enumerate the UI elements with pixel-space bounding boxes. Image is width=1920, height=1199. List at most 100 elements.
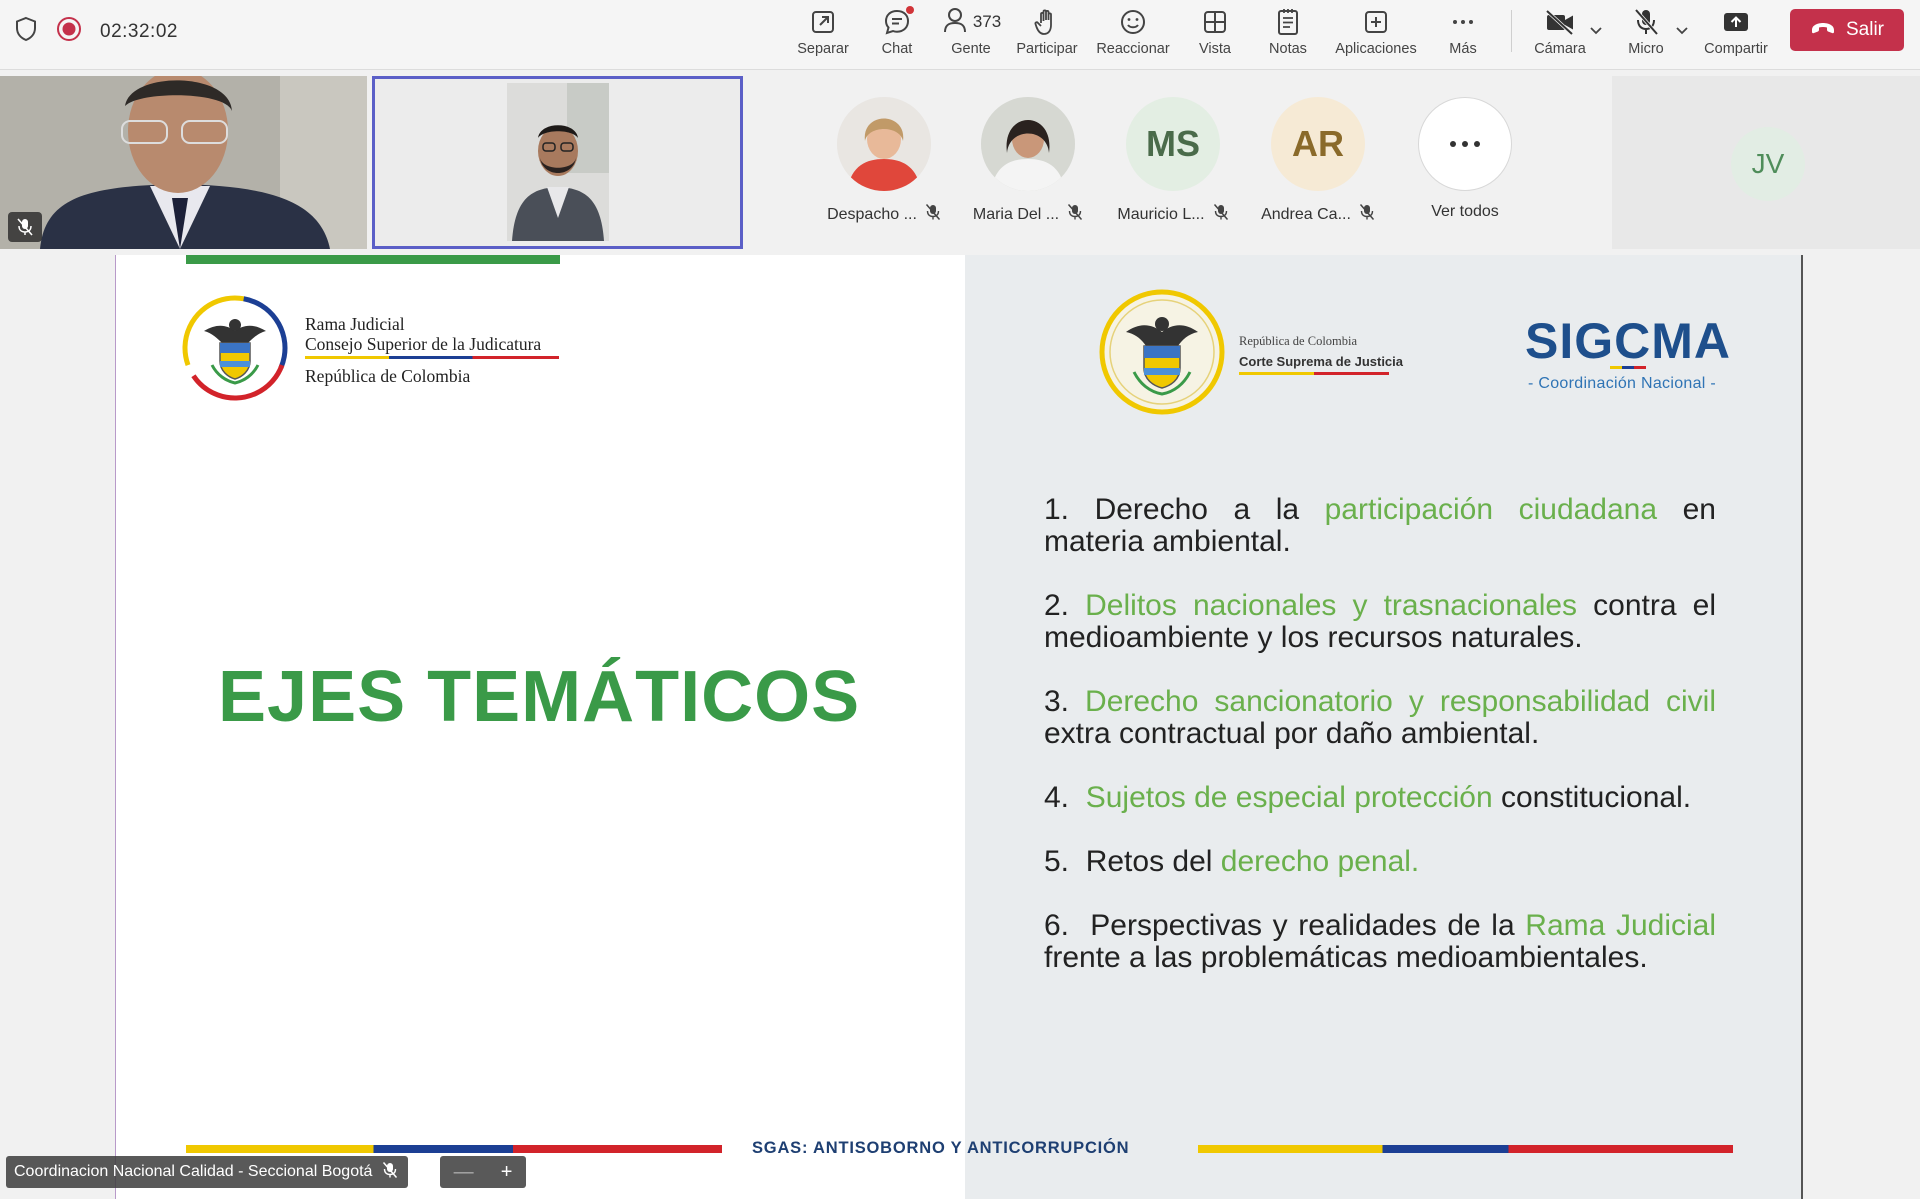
supreme-court-seal-logo xyxy=(1098,288,1226,416)
toolbar-divider xyxy=(1511,10,1512,52)
axis-text xyxy=(1069,781,1086,814)
slide-footer-text: SGAS: ANTISOBORNO Y ANTICORRUPCIÓN xyxy=(752,1139,1130,1157)
org-name-line2: Consejo Superior de la Judicatura xyxy=(305,334,542,354)
participant-avatar-item[interactable]: Despacho ... xyxy=(809,97,959,226)
avatar xyxy=(837,97,931,191)
grid-view-icon xyxy=(1201,6,1229,38)
mic-options-chevron-icon[interactable] xyxy=(1674,24,1690,42)
more-button[interactable]: Más xyxy=(1425,6,1501,62)
court-country-text: República de Colombia xyxy=(1239,334,1358,348)
people-icon xyxy=(941,6,969,39)
leave-button[interactable]: Salir xyxy=(1790,9,1904,51)
thematic-axis-item: 2. Delitos nacionales y trasnacionales c… xyxy=(1044,590,1716,654)
tile-mic-off-icon xyxy=(8,212,42,242)
pop-out-icon xyxy=(809,6,837,38)
apps-button[interactable]: Aplicaciones xyxy=(1327,6,1425,62)
muted-mic-icon xyxy=(1213,203,1229,226)
slide-accent-bar xyxy=(186,255,560,264)
axis-text: Derecho a la xyxy=(1069,493,1325,526)
axis-number: 1. xyxy=(1044,493,1070,526)
shield-icon xyxy=(14,16,38,47)
camera-off-icon xyxy=(1544,6,1576,38)
camera-options-chevron-icon[interactable] xyxy=(1588,24,1604,42)
zoom-out-button[interactable]: — xyxy=(454,1161,474,1184)
footer-flag-bar-left xyxy=(186,1145,722,1153)
view-button[interactable]: Vista xyxy=(1177,6,1253,62)
participant-avatar-item[interactable]: AR Andrea Ca... xyxy=(1243,97,1393,226)
view-label: Vista xyxy=(1199,41,1231,57)
participant-name: Despacho ... xyxy=(827,205,917,223)
view-all-participants-button[interactable]: Ver todos xyxy=(1390,97,1540,221)
smiley-icon xyxy=(1119,6,1147,38)
overflow-participant-panel[interactable]: JV xyxy=(1612,76,1920,249)
avatar-initials: JV xyxy=(1731,127,1805,201)
axis-highlight-text: Delitos nacionales y trasnacionales xyxy=(1085,589,1578,622)
leave-label: Salir xyxy=(1845,19,1884,40)
presenter-name: Coordinacion Nacional Calidad - Secciona… xyxy=(14,1163,373,1180)
thematic-axes-list: 1. Derecho a la participación ciudadana … xyxy=(1044,494,1716,1006)
zoom-in-button[interactable]: + xyxy=(501,1161,513,1184)
thematic-axis-item: 3. Derecho sancionatorio y responsabilid… xyxy=(1044,686,1716,750)
axis-number: 3. xyxy=(1044,685,1070,718)
unread-dot xyxy=(906,6,914,14)
sigcma-subtitle: - Coordinación Nacional - xyxy=(1528,375,1717,392)
raise-hand-button[interactable]: Participar xyxy=(1009,6,1085,62)
axis-highlight-text: Rama Judicial xyxy=(1525,909,1716,942)
axis-highlight-text: participación ciudadana xyxy=(1324,493,1658,526)
camera-button[interactable]: Cámara xyxy=(1522,6,1598,62)
raise-hand-icon xyxy=(1033,6,1061,38)
court-flag-stripe xyxy=(1239,372,1389,375)
people-button[interactable]: 373 Gente xyxy=(933,6,1009,62)
hang-up-icon xyxy=(1810,19,1836,41)
participant-video-tile[interactable] xyxy=(0,76,367,249)
participant-name: Mauricio L... xyxy=(1117,205,1205,223)
chat-label: Chat xyxy=(881,41,913,57)
axis-highlight-text: Derecho sancionatorio y responsabilidad … xyxy=(1085,685,1716,718)
axis-text xyxy=(1069,589,1085,622)
call-timer: 02:32:02 xyxy=(100,20,178,42)
share-button[interactable]: Compartir xyxy=(1697,6,1775,62)
muted-mic-icon xyxy=(382,1161,398,1184)
meeting-toolbar: 02:32:02 Separar Chat 373 Gente Particip… xyxy=(0,0,1920,70)
sigcma-flag-stripe xyxy=(1610,366,1646,369)
view-all-label: Ver todos xyxy=(1431,203,1499,220)
active-speaker-video-tile[interactable] xyxy=(372,76,743,249)
notes-button[interactable]: Notas xyxy=(1250,6,1326,62)
react-label: Reaccionar xyxy=(1096,41,1170,57)
court-name-text: Corte Suprema de Justicia xyxy=(1239,354,1403,369)
participant-avatar-item[interactable]: MS Mauricio L... xyxy=(1098,97,1248,226)
react-button[interactable]: Reaccionar xyxy=(1094,6,1172,62)
muted-mic-icon xyxy=(1067,203,1083,226)
pop-out-label: Separar xyxy=(797,41,849,57)
mic-button[interactable]: Micro xyxy=(1608,6,1684,62)
thematic-axis-item: 4. Sujetos de especial protección consti… xyxy=(1044,782,1716,814)
avatar-initials: AR xyxy=(1271,97,1365,191)
participant-avatar-item[interactable]: Maria Del ... xyxy=(953,97,1103,226)
more-icon xyxy=(1449,6,1477,38)
muted-mic-icon xyxy=(925,203,941,226)
thematic-axis-item: 6. Perspectivas y realidades de la Rama … xyxy=(1044,910,1716,974)
camera-label: Cámara xyxy=(1534,41,1586,57)
participant-name: Maria Del ... xyxy=(972,205,1060,223)
axis-number: 5. xyxy=(1044,845,1070,878)
pop-out-button[interactable]: Separar xyxy=(785,6,861,62)
footer-flag-bar-right xyxy=(1198,1145,1733,1153)
speaker-video-frame xyxy=(507,83,609,241)
avatar-initials: MS xyxy=(1126,97,1220,191)
participant-name: Andrea Ca... xyxy=(1261,205,1351,223)
axis-text xyxy=(1069,685,1085,718)
axis-text: Perspectivas y realidades de la xyxy=(1069,909,1526,942)
chat-button[interactable]: Chat xyxy=(859,6,935,62)
coat-of-arms-logo xyxy=(182,295,288,401)
mic-label: Micro xyxy=(1628,41,1664,57)
axis-number: 4. xyxy=(1044,781,1070,814)
thematic-axis-item: 5. Retos del derecho penal. xyxy=(1044,846,1716,878)
axis-text: Retos del xyxy=(1069,845,1221,878)
mic-off-icon xyxy=(1632,6,1660,38)
recording-icon xyxy=(56,16,82,47)
org-name-line3: República de Colombia xyxy=(305,366,471,386)
axis-highlight-text: Sujetos de especial protección xyxy=(1085,781,1493,814)
flag-stripe xyxy=(305,356,559,359)
more-icon xyxy=(1418,97,1512,191)
apps-plus-icon xyxy=(1362,6,1390,38)
